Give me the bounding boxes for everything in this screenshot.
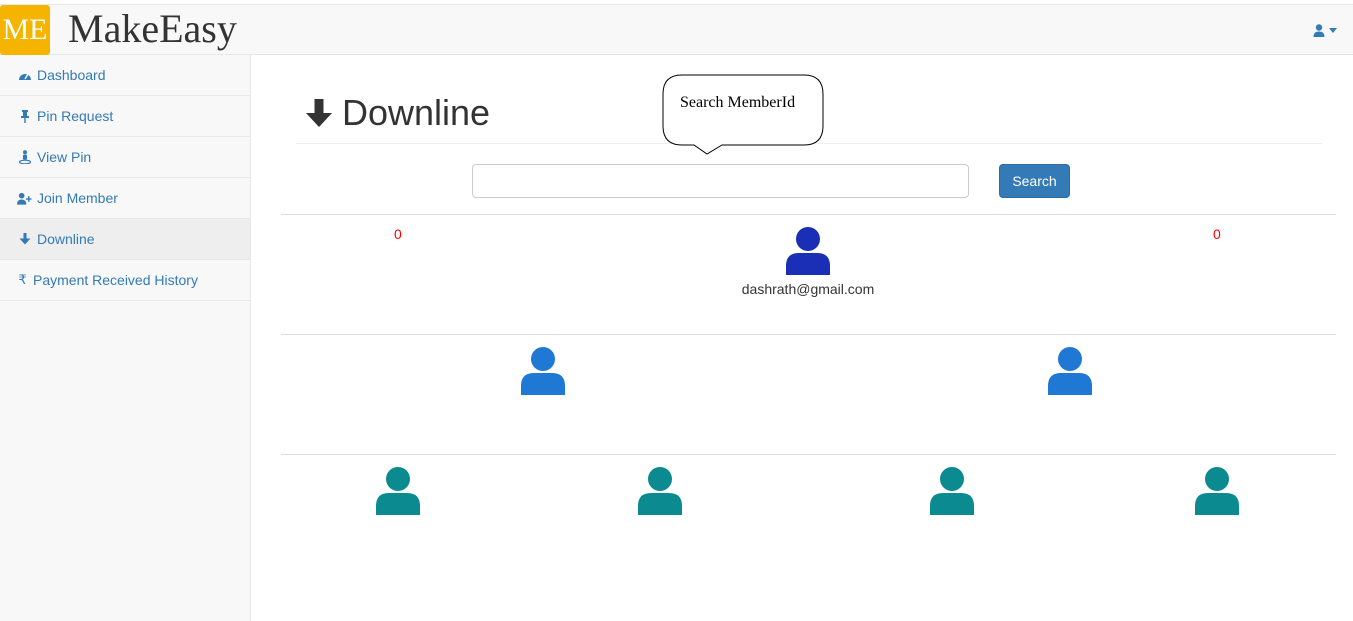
- left-count: 0: [394, 226, 402, 242]
- member-email: dashrath@gmail.com: [741, 281, 875, 297]
- thumbtack-icon: [17, 109, 32, 123]
- divider: [281, 334, 1336, 335]
- sidebar-item-label: View Pin: [37, 149, 92, 165]
- right-count: 0: [1213, 226, 1221, 242]
- sidebar-item-view-pin[interactable]: View Pin: [0, 137, 250, 178]
- caret-down-icon: [1329, 27, 1337, 33]
- sidebar: Dashboard Pin Request View Pin Join Memb…: [0, 55, 251, 621]
- search-memberid-input[interactable]: [472, 164, 969, 198]
- tachometer-icon: [17, 68, 32, 82]
- member-user-icon[interactable]: [520, 346, 566, 396]
- logo[interactable]: ME: [0, 5, 50, 55]
- member-user-icon[interactable]: [785, 226, 831, 276]
- top-navbar: ME MakeEasy: [0, 4, 1353, 55]
- sidebar-item-label: Dashboard: [37, 67, 106, 83]
- divider: [281, 214, 1336, 215]
- page-title-text: Downline: [342, 92, 491, 133]
- sidebar-item-pin-request[interactable]: Pin Request: [0, 96, 250, 137]
- sidebar-item-dashboard[interactable]: Dashboard: [0, 55, 250, 96]
- sidebar-item-payment-history[interactable]: ₹ Payment Received History: [0, 260, 250, 301]
- sidebar-item-label: Payment Received History: [33, 272, 198, 288]
- sidebar-item-label: Downline: [37, 231, 95, 247]
- sidebar-item-join-member[interactable]: Join Member: [0, 178, 250, 219]
- member-user-icon[interactable]: [1047, 346, 1093, 396]
- divider: [281, 454, 1336, 455]
- member-user-icon[interactable]: [637, 466, 683, 516]
- rupee-icon: ₹: [18, 272, 27, 287]
- arrow-down-icon: [306, 99, 332, 127]
- user-menu-dropdown[interactable]: [1313, 21, 1337, 39]
- search-tooltip-text: Search MemberId: [680, 94, 796, 111]
- sidebar-item-downline[interactable]: Downline: [0, 219, 250, 260]
- sidebar-item-label: Join Member: [37, 190, 118, 206]
- arrow-down-icon: [17, 232, 32, 246]
- brand-name[interactable]: MakeEasy: [68, 5, 237, 55]
- street-view-icon: [17, 150, 32, 164]
- member-user-icon[interactable]: [929, 466, 975, 516]
- page-title: Downline: [303, 92, 490, 134]
- member-user-icon[interactable]: [1194, 466, 1240, 516]
- search-button[interactable]: Search: [999, 164, 1070, 198]
- sidebar-item-label: Pin Request: [37, 108, 114, 124]
- user-icon: [1313, 23, 1325, 37]
- member-user-icon[interactable]: [375, 466, 421, 516]
- search-tooltip-bubble: [662, 74, 824, 155]
- user-plus-icon: [17, 191, 32, 205]
